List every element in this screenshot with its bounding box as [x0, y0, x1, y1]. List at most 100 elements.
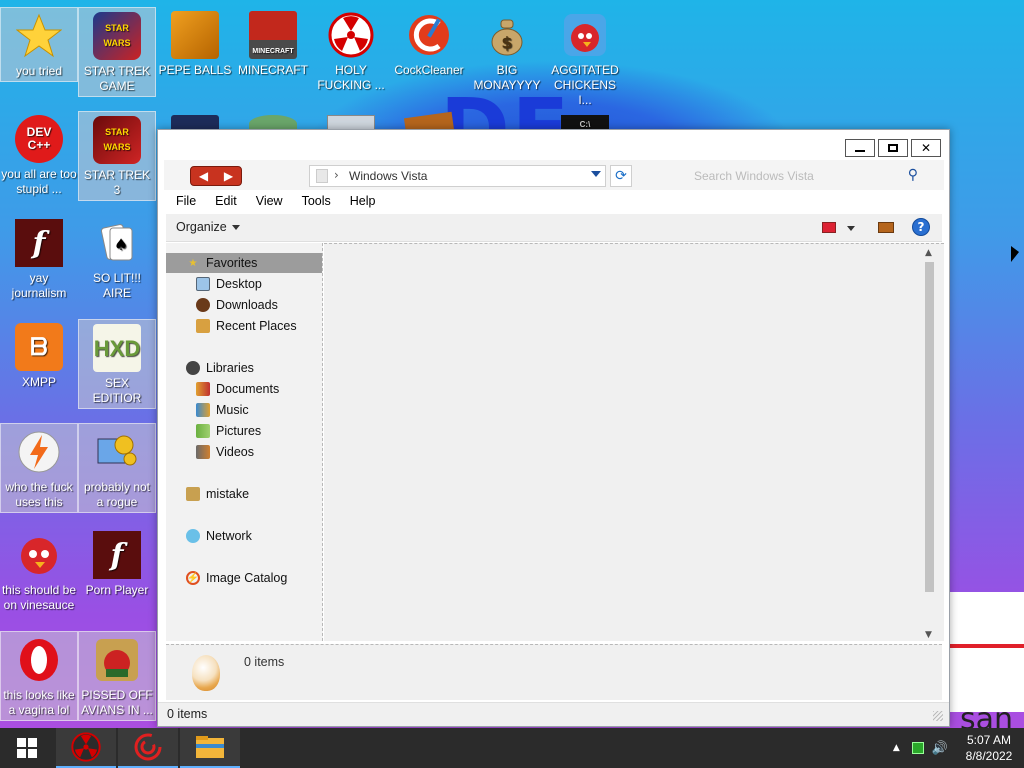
angry-birds-icon: [561, 11, 609, 59]
breadcrumb-chevron-icon: ›: [334, 168, 339, 182]
scroll-down-icon[interactable]: ▼: [925, 630, 932, 640]
desktop-icon-opera[interactable]: this looks like a vagina lol: [0, 631, 78, 721]
back-arrow-icon[interactable]: ◀: [191, 167, 216, 185]
desktop-icon-aggitated-chickens[interactable]: AGGITATED CHICKENS I...: [546, 7, 624, 110]
red-spiral-icon: [134, 733, 162, 761]
menu-view[interactable]: View: [246, 192, 292, 212]
nav-item-network[interactable]: Network: [166, 526, 322, 546]
taskbar-radiation-app[interactable]: [56, 728, 116, 768]
view-options-dropdown-icon[interactable]: [847, 226, 855, 231]
battery-icon[interactable]: [911, 742, 924, 754]
search-icon[interactable]: ⚲: [908, 167, 918, 183]
desktop-icon-porn-player[interactable]: f Porn Player: [78, 527, 156, 600]
show-hidden-icons-icon[interactable]: ▲: [893, 743, 900, 753]
svg-text:$: $: [501, 33, 512, 52]
back-forward-buttons[interactable]: ◀ ▶: [190, 166, 242, 186]
maximize-button[interactable]: [878, 139, 908, 157]
nav-item-downloads[interactable]: Downloads: [166, 295, 322, 315]
network-icon: [186, 529, 200, 543]
nav-item-recent-places[interactable]: Recent Places: [166, 316, 322, 336]
address-bar[interactable]: › Windows Vista: [309, 165, 606, 187]
details-pane: 0 items: [166, 644, 942, 700]
flash-player-icon: f: [93, 531, 141, 579]
taskbar: ▲ 🔊 5:07 AM 8/8/2022: [0, 728, 1024, 768]
nav-item-pictures[interactable]: Pictures: [166, 421, 322, 441]
desktop-icon-probably-not-a-rogue[interactable]: probably not a rogue: [78, 423, 156, 513]
file-list-area[interactable]: [324, 243, 944, 641]
radiation-icon: [327, 11, 375, 59]
folder-icon: [316, 169, 328, 183]
opera-icon: [15, 636, 63, 684]
star-wars-game-icon: STAR WARS: [93, 12, 141, 60]
star-wars-3-icon: STAR WARS: [93, 116, 141, 164]
refresh-button[interactable]: ⟳: [610, 165, 632, 187]
organize-button[interactable]: Organize: [176, 220, 240, 234]
nav-item-homegroup[interactable]: mistake: [166, 484, 322, 504]
hxd-icon: HXD: [93, 324, 141, 372]
desktop-icon-pepe-balls[interactable]: PEPE BALLS: [156, 7, 234, 80]
folder-egg-icon: [192, 655, 220, 691]
vertical-scrollbar[interactable]: ▲ ▼: [922, 246, 936, 640]
menu-help[interactable]: Help: [340, 192, 385, 212]
desktop-icon-vinesauce[interactable]: this should be on vinesauce: [0, 527, 78, 615]
address-dropdown-icon[interactable]: [591, 171, 601, 177]
desktop-icon-star-trek-3[interactable]: STAR WARS STAR TREK 3: [78, 111, 156, 201]
settings-pc-icon: [93, 428, 141, 476]
forward-arrow-icon[interactable]: ▶: [216, 167, 241, 185]
nav-item-libraries[interactable]: Libraries: [166, 358, 322, 378]
downloads-icon: [196, 298, 210, 312]
address-path: Windows Vista: [349, 169, 428, 183]
nav-item-documents[interactable]: Documents: [166, 379, 322, 399]
nav-item-music[interactable]: Music: [166, 400, 322, 420]
minecraft-icon: MINECRAFT: [249, 11, 297, 59]
nav-item-videos[interactable]: Videos: [166, 442, 322, 462]
radiation-icon: [71, 732, 101, 762]
nav-item-image-catalog[interactable]: ⚡ Image Catalog: [166, 568, 322, 588]
menu-tools[interactable]: Tools: [292, 192, 340, 212]
desktop-icon-minecraft[interactable]: MINECRAFT MINECRAFT: [234, 7, 312, 80]
pictures-icon: [196, 424, 210, 438]
close-icon: ✕: [920, 141, 932, 155]
desktop-icon-star-trek-game[interactable]: STAR WARS STAR TREK GAME: [78, 7, 156, 97]
desktop-icon-pissed-off-avians[interactable]: PISSED OFF AVIANS IN ...: [78, 631, 156, 721]
nav-item-favorites[interactable]: ★ Favorites: [166, 253, 322, 273]
clock[interactable]: 5:07 AM 8/8/2022: [954, 732, 1024, 764]
organize-label: Organize: [176, 220, 227, 234]
nav-item-desktop[interactable]: Desktop: [166, 274, 322, 294]
menu-file[interactable]: File: [166, 192, 205, 212]
desktop-icon-winamp[interactable]: who the fuck uses this: [0, 423, 78, 513]
close-button[interactable]: ✕: [911, 139, 941, 157]
desktop-icon-solitaire[interactable]: ♠ SO LIT!!! AIRE: [78, 215, 156, 303]
ccleaner-icon: [405, 11, 453, 59]
desktop-icon-cockcleaner[interactable]: CockCleaner: [390, 7, 468, 80]
preview-pane-icon[interactable]: [878, 222, 894, 233]
desktop-icon-you-tried[interactable]: you tried: [0, 7, 78, 82]
scroll-up-icon[interactable]: ▲: [925, 248, 932, 258]
angry-birds-icon: [15, 531, 63, 579]
desktop-icon-sex-editior[interactable]: HXD SEX EDITIOR: [78, 319, 156, 409]
videos-icon: [196, 445, 210, 459]
desktop-icon-big-monayyyy[interactable]: $ BIG MONAYYYY: [468, 7, 546, 95]
change-view-icon[interactable]: [822, 222, 836, 233]
solitaire-icon: ♠: [93, 219, 141, 267]
flash-icon: f: [15, 219, 63, 267]
minimize-button[interactable]: [845, 139, 875, 157]
menu-edit[interactable]: Edit: [205, 192, 246, 212]
help-icon[interactable]: ?: [912, 218, 930, 236]
desktop-icon: [196, 277, 210, 291]
taskbar-spiral-app[interactable]: [118, 728, 178, 768]
taskbar-file-explorer[interactable]: [180, 728, 240, 768]
volume-icon[interactable]: 🔊: [932, 741, 948, 756]
scrollbar-thumb[interactable]: [925, 262, 934, 592]
resize-grip-icon[interactable]: [933, 711, 943, 721]
desktop-icon-xmpp[interactable]: ᗷ XMPP: [0, 319, 78, 392]
explorer-window[interactable]: ✕ ◀ ▶ › Windows Vista ⟳ ⚲ File Edit View…: [157, 129, 950, 727]
xampp-icon: ᗷ: [15, 323, 63, 371]
image-catalog-icon: ⚡: [186, 571, 200, 585]
documents-icon: [196, 382, 210, 396]
start-button[interactable]: [0, 728, 54, 768]
desktop-icon-holy[interactable]: HOLY FUCKING ...: [312, 7, 390, 95]
desktop-icon-dev-cpp[interactable]: DEV C++ you all are too stupid ...: [0, 111, 78, 199]
search-input[interactable]: [684, 165, 924, 187]
desktop-icon-yay-journalism[interactable]: f yay journalism: [0, 215, 78, 303]
